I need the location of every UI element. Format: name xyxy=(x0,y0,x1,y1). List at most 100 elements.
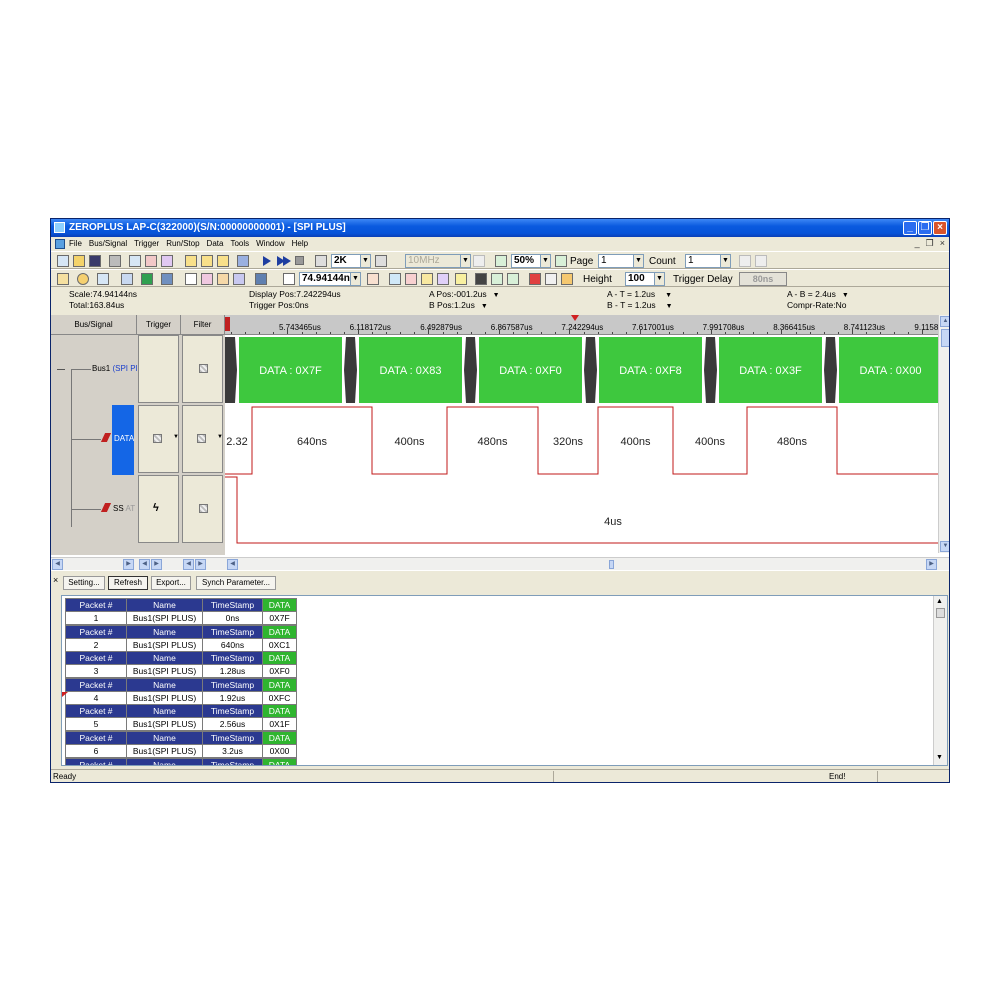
trigger-delay-button[interactable]: 80ns xyxy=(739,272,787,286)
grid-icon[interactable] xyxy=(255,273,267,285)
packet-table[interactable]: Packet # Name TimeStamp DATA 4 Bus1(SPI PLUS)… xyxy=(65,677,297,705)
b-t-info[interactable]: B - T = 1.2us ▼ xyxy=(607,300,673,310)
a-pos-info[interactable]: A Pos:-001.2us ▼ xyxy=(429,289,500,299)
a-b-info[interactable]: A - B = 2.4us ▼ xyxy=(787,289,849,299)
rate-option-icon[interactable] xyxy=(473,255,485,267)
sample-depth-select[interactable]: 2K ▼ xyxy=(331,254,371,268)
bus1-row[interactable]: Bus1 (SPI Pl xyxy=(92,364,137,373)
page-prev-icon[interactable] xyxy=(739,255,751,267)
marker-icon[interactable] xyxy=(201,273,213,285)
packet-table[interactable]: Packet # Name TimeStamp DATA 3 Bus1(SPI PLUS)… xyxy=(65,651,297,679)
packet-table[interactable]: Packet # Name TimeStamp DATA 6 Bus1(SPI PLUS)… xyxy=(65,731,297,758)
print-icon[interactable] xyxy=(109,255,121,267)
child-restore-button[interactable]: ❐ xyxy=(926,238,934,249)
packet-icon[interactable] xyxy=(529,273,541,285)
open-folder-icon[interactable] xyxy=(73,255,85,267)
refresh-button[interactable]: Refresh xyxy=(108,576,148,590)
data-trigger-cell[interactable]: ▼ xyxy=(138,405,179,473)
packet-table[interactable]: Packet # Name TimeStamp DATA 5 Bus1(SPI PLUS)… xyxy=(65,704,297,732)
b-pos-info[interactable]: B Pos:1.2us ▼ xyxy=(429,300,488,310)
scroll-up-icon[interactable]: ▲ xyxy=(936,598,943,605)
scroll-thumb[interactable] xyxy=(609,560,614,569)
table-row[interactable]: 1 Bus1(SPI PLUS) 0ns 0X7F xyxy=(65,611,297,625)
menu-bus-signal[interactable]: Bus/Signal xyxy=(89,239,127,248)
bus-c-icon[interactable] xyxy=(421,273,433,285)
data-filter-cell[interactable]: ▼ xyxy=(182,405,223,473)
export-button[interactable]: Export... xyxy=(151,576,191,590)
menu-trigger[interactable]: Trigger xyxy=(134,239,159,248)
synch-parameter-button[interactable]: Synch Parameter... xyxy=(196,576,276,590)
chevron-down-icon[interactable]: ▼ xyxy=(173,434,179,440)
trigger-edge-icon[interactable] xyxy=(217,255,229,267)
bus-icon[interactable] xyxy=(145,255,157,267)
menu-help[interactable]: Help xyxy=(292,239,308,248)
chevron-down-icon[interactable]: ▼ xyxy=(217,434,223,440)
run-icon[interactable] xyxy=(263,256,271,266)
table-row[interactable]: 2 Bus1(SPI PLUS) 640ns 0XC1 xyxy=(65,637,297,652)
find-icon[interactable] xyxy=(475,273,487,285)
run-repeat-icon-2[interactable] xyxy=(283,256,291,266)
close-pane-icon[interactable]: × xyxy=(53,575,58,585)
list-icon[interactable] xyxy=(141,273,153,285)
filter-header[interactable]: Filter xyxy=(181,315,225,335)
settings-icon[interactable] xyxy=(97,273,109,285)
bus-a-icon[interactable] xyxy=(389,273,401,285)
bus-e-icon[interactable] xyxy=(455,273,467,285)
scale-select[interactable]: 74.94144n ▼ xyxy=(299,272,361,286)
scroll-left-icon[interactable]: ◀ xyxy=(183,559,194,570)
hand-icon[interactable] xyxy=(217,273,229,285)
a-t-info[interactable]: A - T = 1.2us ▼ xyxy=(607,289,672,299)
scroll-down-icon[interactable]: ▼ xyxy=(940,541,949,552)
cursor-a-marker[interactable] xyxy=(225,317,230,331)
table-row[interactable]: 5 Bus1(SPI PLUS) 2.56us 0X1F xyxy=(65,717,297,732)
scale-icon[interactable] xyxy=(283,273,295,285)
sample-rate-select[interactable]: 10MHz ▼ xyxy=(405,254,471,268)
scroll-left-icon[interactable]: ◀ xyxy=(139,559,150,570)
page-nav-icon[interactable] xyxy=(555,255,567,267)
scroll-thumb[interactable] xyxy=(941,329,949,347)
scroll-right-icon[interactable]: ▶ xyxy=(926,559,937,570)
menu-file[interactable]: File xyxy=(69,239,82,248)
scroll-left-icon[interactable]: ◀ xyxy=(52,559,63,570)
maximize-button[interactable]: ❐ xyxy=(918,221,932,235)
packet-table[interactable]: Packet # Name TimeStamp DATA 1 Bus1(SPI PLUS)… xyxy=(65,598,297,625)
bus-b-icon[interactable] xyxy=(405,273,417,285)
scroll-left-icon[interactable]: ◀ xyxy=(227,559,238,570)
ss-trigger-cell[interactable]: ϟ xyxy=(138,475,179,543)
scroll-right-icon[interactable]: ▶ xyxy=(195,559,206,570)
menu-tools[interactable]: Tools xyxy=(230,239,249,248)
find-prev-icon[interactable] xyxy=(491,273,503,285)
bus-d-icon[interactable] xyxy=(437,273,449,285)
page-select[interactable]: 1 ▼ xyxy=(598,254,644,268)
new-file-icon[interactable] xyxy=(57,255,69,267)
minimize-button[interactable]: _ xyxy=(903,221,917,235)
trigger-setup-icon[interactable] xyxy=(237,255,249,267)
close-button[interactable]: × xyxy=(933,221,947,235)
stop-icon[interactable] xyxy=(295,256,304,265)
zoom-icon[interactable] xyxy=(495,255,507,267)
scroll-thumb[interactable] xyxy=(936,608,945,618)
scroll-right-icon[interactable]: ▶ xyxy=(151,559,162,570)
trigger-rise-icon[interactable] xyxy=(185,255,197,267)
data-signal-name[interactable]: DATA xyxy=(114,434,134,443)
menu-run-stop[interactable]: Run/Stop xyxy=(166,239,199,248)
collapse-icon[interactable] xyxy=(57,369,65,370)
zoom-select[interactable]: 50% ▼ xyxy=(511,254,551,268)
trigger-header[interactable]: Trigger xyxy=(137,315,181,335)
packet-list-scrollbar[interactable]: ▲ ▼ xyxy=(933,596,947,765)
count-select[interactable]: 1 ▼ xyxy=(685,254,731,268)
table-row[interactable]: 4 Bus1(SPI PLUS) 1.92us 0XFC xyxy=(65,690,297,705)
home-icon[interactable] xyxy=(57,273,69,285)
cursor-icon[interactable] xyxy=(367,273,379,285)
ss-filter-cell[interactable] xyxy=(182,475,223,543)
config-icon[interactable] xyxy=(129,255,141,267)
waveform-view[interactable]: DATA : 0X7F DATA : 0X83 DATA : 0XF0 DATA : … xyxy=(225,335,938,553)
bus-trigger-cell[interactable] xyxy=(138,335,179,403)
scroll-right-icon[interactable]: ▶ xyxy=(123,559,134,570)
bus-signal-header[interactable]: Bus/Signal xyxy=(51,315,137,335)
view-icon[interactable] xyxy=(121,273,133,285)
packet-table[interactable]: Packet # Name TimeStamp DATA 2 Bus1(SPI PLUS)… xyxy=(65,624,297,652)
time-ruler[interactable]: 5.743465us 6.118172us 6.492879us 6.867587us… xyxy=(225,315,938,335)
clock-icon[interactable] xyxy=(77,273,89,285)
menu-window[interactable]: Window xyxy=(256,239,284,248)
